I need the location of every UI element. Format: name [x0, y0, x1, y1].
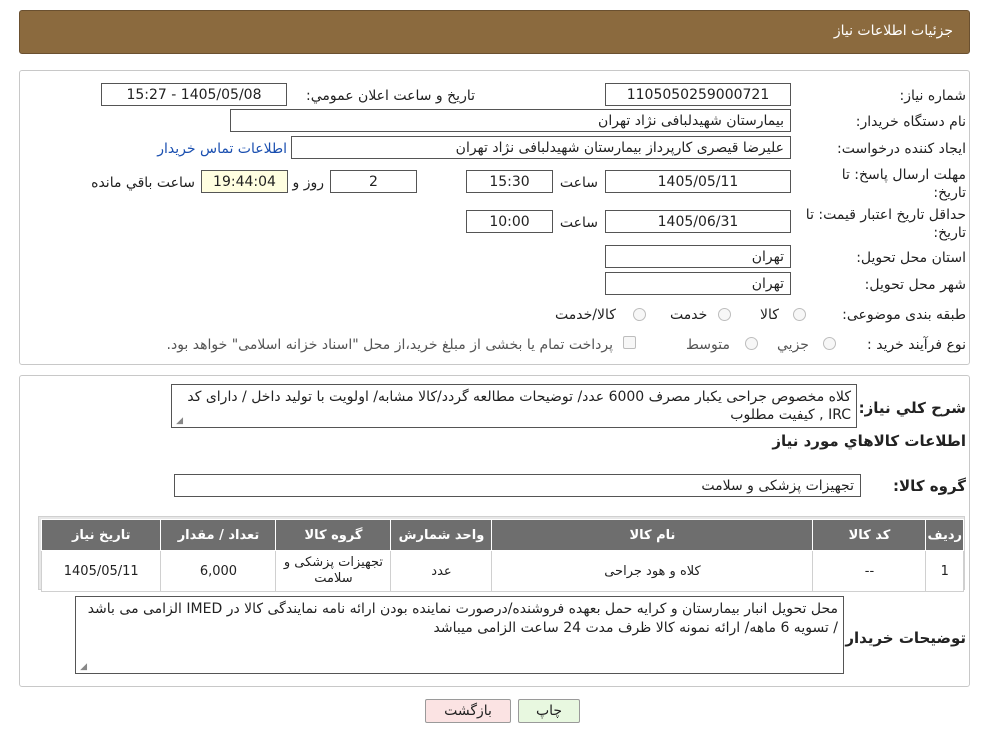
cell-unit: عدد: [390, 550, 493, 592]
category-goods-radio[interactable]: [793, 308, 806, 321]
col-date: تاريخ نياز: [40, 519, 162, 551]
table-header-row: رديف کد کالا نام کالا واحد شمارش گروه کا…: [40, 519, 964, 551]
goods-group-field: تجهیزات پزشکی و سلامت: [174, 474, 861, 497]
cell-group: تجهیزات پزشکی و سلامت: [275, 550, 392, 592]
col-quantity: تعداد / مقدار: [160, 519, 277, 551]
announce-label: تاریخ و ساعت اعلان عمومي:: [306, 88, 475, 104]
deadline-days-label: روز و: [292, 175, 325, 191]
cell-code: --: [812, 550, 927, 592]
back-button[interactable]: بازگشت: [425, 699, 511, 723]
summary-text: کلاه مخصوص جراحی یکبار مصرف 6000 عدد/ تو…: [187, 389, 851, 423]
goods-group-label: گروه کالا:: [893, 477, 966, 495]
cell-quantity: 6,000: [160, 550, 277, 592]
category-both-label: کالا/خدمت: [555, 307, 616, 323]
category-service-radio[interactable]: [718, 308, 731, 321]
buyer-org-label: نام دستگاه خريدار:: [855, 114, 966, 130]
deadline-time-field: 15:30: [466, 170, 553, 193]
items-table-container: رديف کد کالا نام کالا واحد شمارش گروه کا…: [38, 516, 965, 592]
validity-date-field: 1405/06/31: [605, 210, 791, 233]
validity-time-field: 10:00: [466, 210, 553, 233]
buyer-contact-link[interactable]: اطلاعات تماس خریدار: [157, 141, 287, 157]
process-minor-radio[interactable]: [823, 337, 836, 350]
remaining-time-field: 19:44:04: [201, 170, 288, 193]
requester-field: علیرضا قیصری کارپرداز بیمارستان شهیدلباف…: [291, 136, 791, 159]
treasury-note: پرداخت تمام یا بخشی از مبلغ خرید،از محل …: [166, 337, 613, 353]
need-number-field: 1105050259000721: [605, 83, 791, 106]
cell-row: 1: [925, 550, 964, 592]
validity-label: حداقل تاريخ اعتبار قيمت: تا تاریخ:: [805, 207, 966, 241]
resize-handle-icon[interactable]: ◢: [175, 417, 183, 426]
process-minor-label: جزيي: [777, 337, 809, 353]
buyer-notes-label: توضيحات خريدار:: [839, 629, 966, 647]
cell-name: کلاه و هود جراحی: [491, 550, 814, 592]
province-label: استان محل تحويل:: [856, 250, 966, 266]
process-label: نوع فرآیند خرید :: [867, 337, 966, 353]
deadline-days-field: 2: [330, 170, 417, 193]
buyer-notes-field: محل تحویل انبار بیمارستان و کرایه حمل بع…: [75, 596, 844, 674]
items-table: رديف کد کالا نام کالا واحد شمارش گروه کا…: [40, 519, 964, 592]
category-label: طبقه بندی موضوعی:: [842, 307, 966, 323]
need-number-label: شماره نیاز:: [899, 88, 967, 104]
resize-handle-icon[interactable]: ◢: [79, 663, 87, 672]
deadline-time-label: ساعت: [559, 175, 598, 191]
announce-field: 1405/05/08 - 15:27: [101, 83, 287, 106]
remaining-time-label: ساعت باقي مانده: [91, 175, 195, 191]
validity-time-label: ساعت: [559, 215, 598, 231]
treasury-checkbox[interactable]: [623, 336, 636, 349]
col-code: کد کالا: [812, 519, 927, 551]
deadline-label: مهلت ارسال پاسخ: تا تاریخ:: [841, 167, 966, 201]
requester-label: ایجاد کننده درخواست:: [837, 141, 966, 157]
page-header: جزئیات اطلاعات نیاز: [19, 10, 970, 54]
page-title: جزئیات اطلاعات نیاز: [833, 23, 953, 39]
goods-info-title: اطلاعات کالاهاي مورد نياز: [772, 432, 966, 450]
cell-date: 1405/05/11: [40, 550, 162, 592]
province-field: تهران: [605, 245, 791, 268]
col-unit: واحد شمارش: [390, 519, 493, 551]
print-button[interactable]: چاپ: [518, 699, 580, 723]
deadline-date-field: 1405/05/11: [605, 170, 791, 193]
category-service-label: خدمت: [670, 307, 708, 323]
table-row: 1 -- کلاه و هود جراحی عدد تجهیزات پزشکی …: [40, 550, 964, 592]
summary-label: شرح کلي نياز:: [858, 399, 966, 417]
col-name: نام کالا: [491, 519, 814, 551]
buyer-org-field: بیمارستان شهیدلبافی نژاد تهران: [230, 109, 791, 132]
col-row: رديف: [925, 519, 964, 551]
category-goods-label: کالا: [760, 307, 779, 323]
process-medium-radio[interactable]: [745, 337, 758, 350]
buyer-notes-text: محل تحویل انبار بیمارستان و کرایه حمل بع…: [87, 601, 838, 636]
process-medium-label: متوسط: [686, 337, 730, 353]
summary-field: کلاه مخصوص جراحی یکبار مصرف 6000 عدد/ تو…: [171, 384, 857, 428]
category-both-radio[interactable]: [633, 308, 646, 321]
city-label: شهر محل تحويل:: [864, 277, 966, 293]
city-field: تهران: [605, 272, 791, 295]
col-group: گروه کالا: [275, 519, 392, 551]
